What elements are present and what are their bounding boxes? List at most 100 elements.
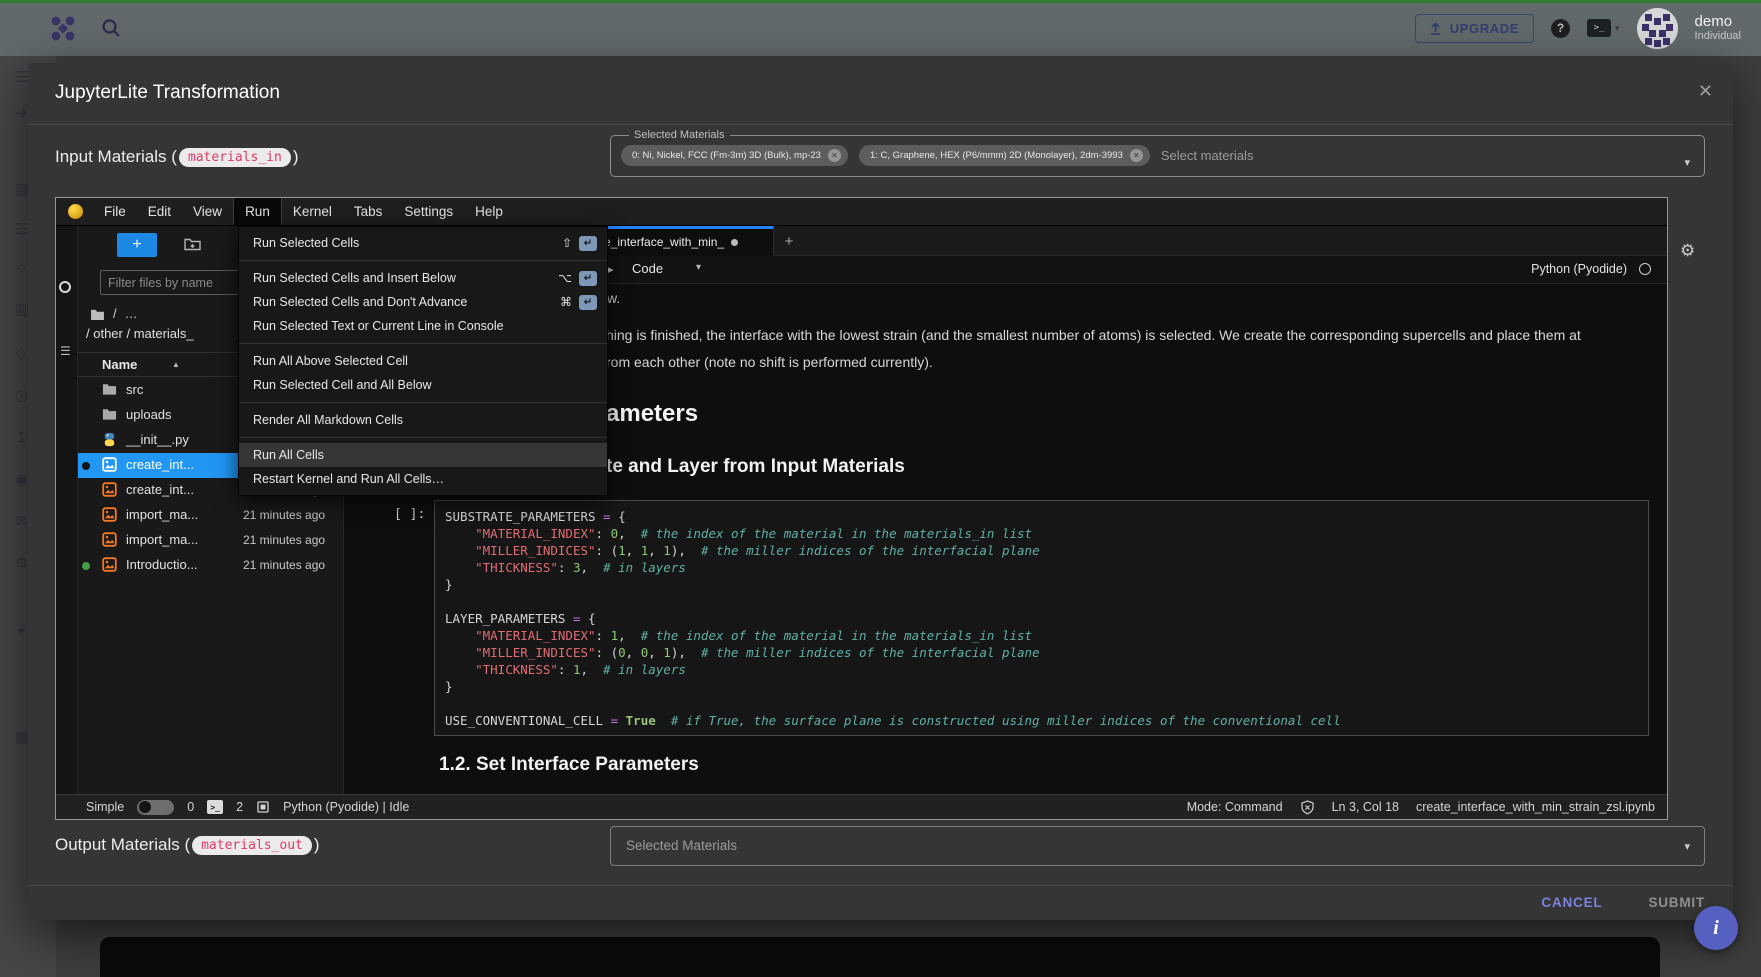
- menu-item-label: Run Selected Text or Current Line in Con…: [253, 319, 504, 333]
- code-cell[interactable]: SUBSTRATE_PARAMETERS = { "MATERIAL_INDEX…: [434, 500, 1649, 736]
- search-icon[interactable]: [100, 17, 122, 44]
- run-menu-item-run-selected-cells-and-don-t-advance[interactable]: Run Selected Cells and Don't Advance⌘↵: [239, 290, 607, 314]
- file-row-introductio[interactable]: Introductio...21 minutes ago: [78, 553, 343, 578]
- selected-materials-field[interactable]: Selected Materials 0: Ni, Nickel, FCC (F…: [610, 129, 1705, 177]
- run-menu-item-restart-kernel-and-run-all-cells[interactable]: Restart Kernel and Run All Cells…: [239, 467, 607, 491]
- sidebar-icon: ↥: [15, 428, 28, 446]
- kernel-name[interactable]: Python (Pyodide): [1531, 262, 1627, 276]
- cancel-button[interactable]: CANCEL: [1541, 895, 1602, 910]
- mode-indicator[interactable]: Mode: Command: [1187, 800, 1283, 814]
- terminal-status-icon[interactable]: >_: [207, 800, 223, 814]
- notebook-icon: [102, 507, 118, 523]
- file-name: __init__.py: [126, 432, 189, 447]
- markdown-heading-fragment: ameters: [606, 400, 698, 428]
- kernel-status-icon[interactable]: [1639, 263, 1651, 275]
- folder-icon: [102, 407, 118, 423]
- submit-button[interactable]: SUBMIT: [1648, 895, 1705, 910]
- run-menu-item-run-all-cells[interactable]: Run All Cells: [239, 443, 607, 467]
- add-tab-button[interactable]: +: [775, 226, 803, 256]
- kernel-status-label[interactable]: Python (Pyodide) | Idle: [283, 800, 409, 814]
- file-browser-tab-icon[interactable]: [59, 281, 71, 293]
- code-line: [445, 695, 1638, 712]
- code-line: SUBSTRATE_PARAMETERS = {: [445, 508, 1638, 525]
- active-filename[interactable]: create_interface_with_min_strain_zsl.ipy…: [1416, 800, 1655, 814]
- material-chip-label: 0: Ni, Nickel, FCC (Fm-3m) 3D (Bulk), mp…: [632, 150, 821, 161]
- menu-run[interactable]: Run: [233, 198, 282, 225]
- kernel-sessions-icon[interactable]: [256, 800, 270, 814]
- new-launcher-button[interactable]: +: [117, 233, 157, 257]
- menu-help[interactable]: Help: [464, 198, 514, 225]
- chip-remove-icon[interactable]: ✕: [828, 149, 841, 162]
- code-line: }: [445, 678, 1638, 695]
- new-folder-icon[interactable]: [184, 237, 201, 256]
- upgrade-button[interactable]: UPGRADE: [1415, 14, 1534, 43]
- menu-item-label: Run All Cells: [253, 448, 324, 462]
- file-name: src: [126, 382, 143, 397]
- breadcrumb-ellipsis[interactable]: …: [125, 306, 138, 321]
- file-modified: 21 minutes ago: [243, 508, 325, 522]
- dropdown-caret-icon[interactable]: ▾: [1684, 156, 1690, 169]
- output-materials-select[interactable]: Selected Materials ▾: [610, 826, 1705, 866]
- close-icon[interactable]: ✕: [1698, 81, 1713, 102]
- dialog-actions: CANCEL SUBMIT: [1541, 895, 1705, 910]
- run-icon[interactable]: ▸: [608, 263, 614, 276]
- upgrade-label: UPGRADE: [1450, 21, 1519, 36]
- cursor-position[interactable]: Ln 3, Col 18: [1332, 800, 1399, 814]
- running-sessions-icon[interactable]: ☰: [60, 344, 71, 358]
- run-menu-item-render-all-markdown-cells[interactable]: Render All Markdown Cells: [239, 408, 607, 432]
- material-chip[interactable]: 1: C, Graphene, HEX (P6/mmm) 2D (Monolay…: [859, 145, 1150, 166]
- section-heading: 1.2. Set Interface Parameters: [439, 754, 699, 776]
- kernel-running-dot: [82, 562, 90, 570]
- output-select-label: Selected Materials: [626, 838, 737, 853]
- cell-type-dropdown[interactable]: Code: [632, 261, 663, 276]
- run-menu-item-run-selected-cells-and-insert-below[interactable]: Run Selected Cells and Insert Below⌥↵: [239, 266, 607, 290]
- chip-remove-icon[interactable]: ✕: [1130, 149, 1143, 162]
- material-chip[interactable]: 0: Ni, Nickel, FCC (Fm-3m) 3D (Bulk), mp…: [621, 145, 848, 166]
- avatar[interactable]: [1637, 8, 1678, 49]
- file-row-import-ma[interactable]: import_ma...21 minutes ago: [78, 503, 343, 528]
- menu-edit[interactable]: Edit: [137, 198, 182, 225]
- breadcrumb-root[interactable]: /: [113, 306, 117, 321]
- menu-divider: [239, 437, 607, 438]
- cell-type-caret-icon[interactable]: ▾: [696, 262, 701, 273]
- shortcut-modifier-icon: ⇧: [562, 236, 572, 250]
- menu-settings[interactable]: Settings: [393, 198, 464, 225]
- filter-files-input[interactable]: [101, 271, 259, 294]
- run-menu-item-run-all-above-selected-cell[interactable]: Run All Above Selected Cell: [239, 349, 607, 373]
- file-row-import-ma[interactable]: import_ma...21 minutes ago: [78, 528, 343, 553]
- run-menu-item-run-selected-cells[interactable]: Run Selected Cells⇧↵: [239, 231, 607, 255]
- trust-shield-icon[interactable]: [1300, 800, 1315, 815]
- console-menu[interactable]: >_ ▾: [1587, 19, 1620, 37]
- unsaved-dot-icon: [731, 239, 738, 246]
- output-materials-code-chip: materials_out: [192, 836, 312, 855]
- enter-key-icon: ↵: [579, 271, 597, 286]
- menu-tabs[interactable]: Tabs: [343, 198, 394, 225]
- menu-view[interactable]: View: [182, 198, 233, 225]
- file-modified: 21 minutes ago: [243, 533, 325, 547]
- left-tab-strip: ☰: [56, 226, 78, 796]
- cell-prompt: [ ]:: [394, 507, 425, 522]
- menu-file[interactable]: File: [93, 198, 137, 225]
- brand-logo-icon[interactable]: [48, 15, 78, 47]
- breadcrumb-path[interactable]: / other / materials_: [86, 326, 194, 341]
- simple-mode-toggle[interactable]: [137, 800, 174, 815]
- user-info[interactable]: demo Individual: [1695, 13, 1741, 43]
- help-icon[interactable]: ?: [1551, 19, 1570, 38]
- run-menu-item-run-selected-cell-and-all-below[interactable]: Run Selected Cell and All Below: [239, 373, 607, 397]
- info-fab-button[interactable]: i: [1694, 906, 1738, 950]
- menu-kernel[interactable]: Kernel: [282, 198, 343, 225]
- code-line: "THICKNESS": 3, # in layers: [445, 559, 1638, 576]
- sidebar-icon: ◇: [15, 344, 27, 362]
- output-materials-label: Output Materials (: [55, 835, 190, 855]
- output-materials-row: Output Materials ( materials_out ): [55, 835, 320, 855]
- user-name: demo: [1695, 13, 1741, 30]
- run-menu-item-run-selected-text-or-current-line-in-console[interactable]: Run Selected Text or Current Line in Con…: [239, 314, 607, 338]
- name-column-header[interactable]: Name: [102, 357, 137, 372]
- jupyter-menu-bar: FileEditViewRunKernelTabsSettingsHelp: [56, 198, 1667, 226]
- breadcrumb[interactable]: / …: [90, 306, 138, 321]
- top-bar-right-group: UPGRADE ? >_ ▾: [1415, 0, 1741, 56]
- dropdown-caret-icon: ▾: [1684, 840, 1690, 853]
- selected-materials-legend: Selected Materials: [629, 129, 730, 141]
- settings-gear-icon[interactable]: ⚙: [1680, 241, 1695, 261]
- folder-icon: [102, 382, 118, 398]
